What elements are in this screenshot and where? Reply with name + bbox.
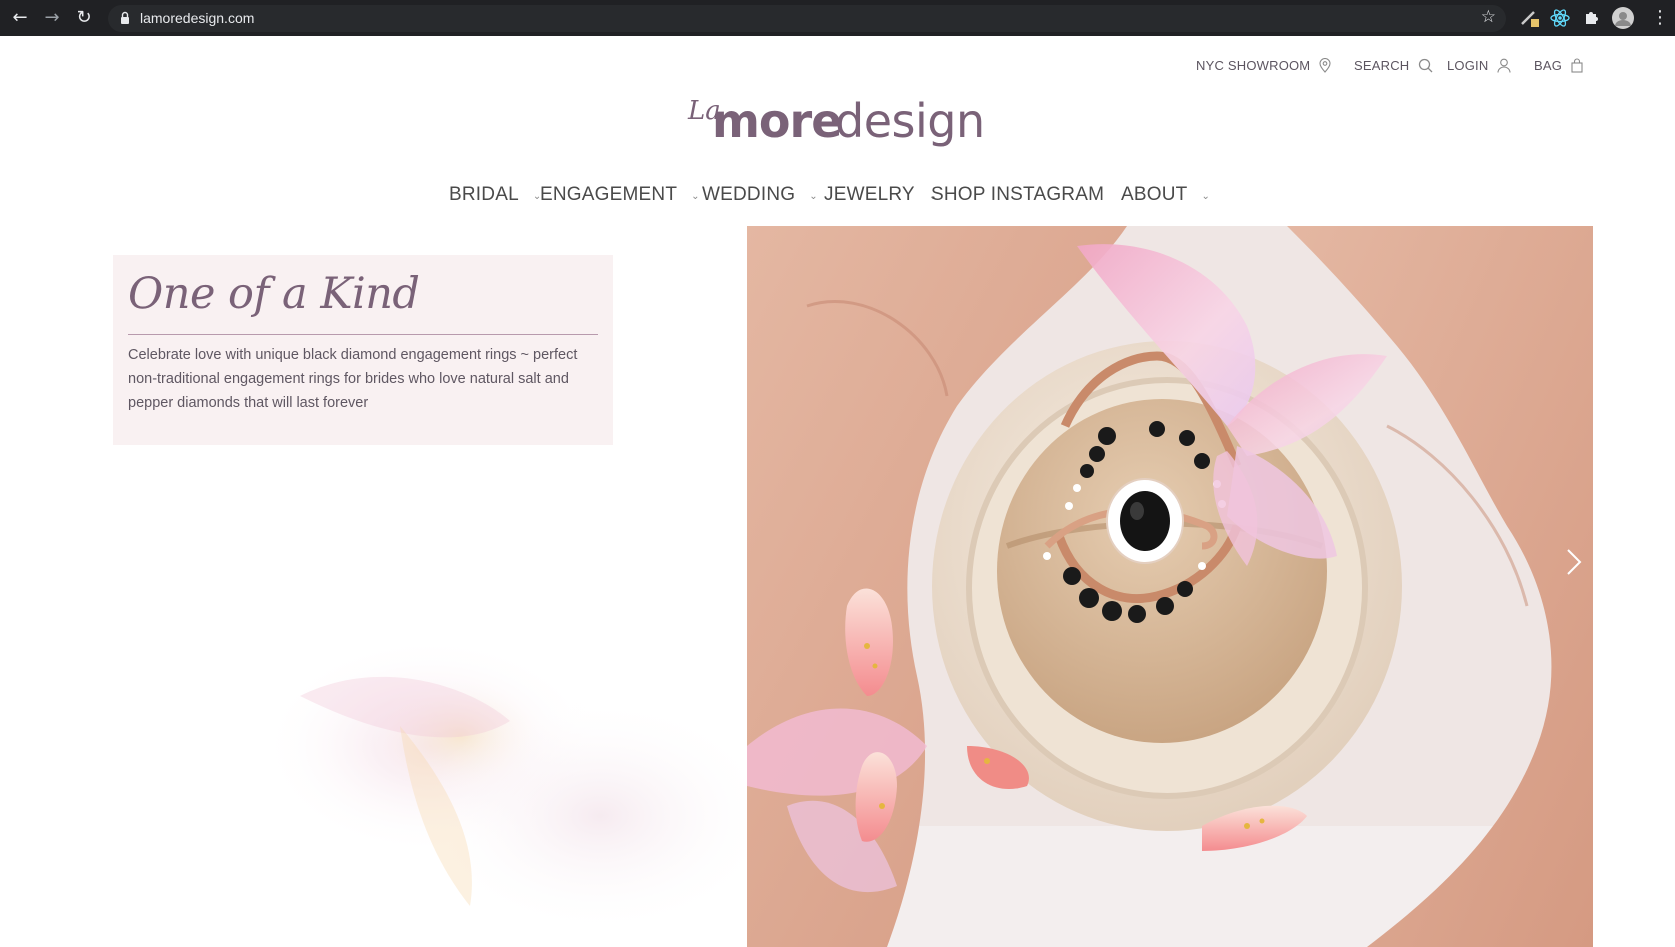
hero-description: Celebrate love with unique black diamond… xyxy=(128,347,578,411)
user-icon xyxy=(1497,58,1512,73)
browser-toolbar: ← → ↻ lamoredesign.com ☆ ⋮ xyxy=(0,0,1675,36)
nav-wedding[interactable]: WEDDING ⌄ xyxy=(702,184,818,206)
forward-arrow-icon[interactable]: → xyxy=(40,6,64,30)
url-text[interactable]: lamoredesign.com xyxy=(140,10,254,26)
search-label: SEARCH xyxy=(1354,58,1410,73)
shopping-bag-icon xyxy=(1571,58,1583,73)
hero-slider: One of a Kind Celebrate love with unique… xyxy=(0,226,1675,947)
search-icon xyxy=(1419,58,1433,73)
hero-copy-box: One of a Kind Celebrate love with unique… xyxy=(113,255,613,445)
nav-about[interactable]: ABOUT ⌄ xyxy=(1121,184,1210,206)
nav-engagement[interactable]: ENGAGEMENT ⌄ xyxy=(540,184,700,206)
page: NYC SHOWROOM SEARCH LOGIN BAG La more de… xyxy=(0,36,1675,947)
nav-jewelry[interactable]: JEWELRY ⌄ xyxy=(824,184,937,206)
reload-icon[interactable]: ↻ xyxy=(72,6,96,30)
back-arrow-icon[interactable]: ← xyxy=(8,6,32,30)
showroom-label: NYC SHOWROOM xyxy=(1196,58,1311,73)
login-label: LOGIN xyxy=(1447,58,1489,73)
main-nav: BRIDAL ⌄ ENGAGEMENT ⌄ WEDDING ⌄ JEWELRY … xyxy=(0,184,1675,210)
nav-bridal[interactable]: BRIDAL ⌄ xyxy=(449,184,541,206)
chevron-down-icon: ⌄ xyxy=(809,191,818,202)
address-bar[interactable]: lamoredesign.com ☆ xyxy=(108,5,1506,32)
browser-menu-icon[interactable]: ⋮ xyxy=(1648,6,1672,30)
chevron-down-icon: ⌄ xyxy=(691,191,700,202)
chevron-right-icon[interactable] xyxy=(1562,544,1586,580)
utility-nav: NYC SHOWROOM SEARCH LOGIN BAG xyxy=(0,58,1675,78)
logo-design: design xyxy=(835,94,985,148)
nav-about-label: ABOUT xyxy=(1121,184,1188,205)
site-logo[interactable]: La more design xyxy=(684,92,994,152)
nav-shop-instagram-label: SHOP INSTAGRAM xyxy=(931,184,1105,205)
bag-label: BAG xyxy=(1534,58,1563,73)
login-link[interactable]: LOGIN xyxy=(1447,58,1512,73)
bag-link[interactable]: BAG xyxy=(1534,58,1583,73)
nav-shop-instagram[interactable]: SHOP INSTAGRAM xyxy=(931,184,1104,206)
star-icon[interactable]: ☆ xyxy=(1481,7,1496,27)
extension-pen-icon[interactable] xyxy=(1518,6,1542,30)
hero-title: One of a Kind xyxy=(128,269,420,319)
chevron-down-icon: ⌄ xyxy=(1201,191,1211,202)
logo-more: more xyxy=(712,94,842,148)
map-pin-icon xyxy=(1319,58,1331,73)
nav-engagement-label: ENGAGEMENT xyxy=(540,184,678,205)
lock-icon xyxy=(121,11,129,24)
search-link[interactable]: SEARCH xyxy=(1354,58,1433,73)
nav-jewelry-label: JEWELRY xyxy=(824,184,915,205)
extension-react-icon[interactable] xyxy=(1548,6,1572,30)
nav-bridal-label: BRIDAL xyxy=(449,184,519,205)
hero-ring-photo xyxy=(747,226,1593,947)
profile-avatar-icon[interactable] xyxy=(1611,6,1635,30)
nav-wedding-label: WEDDING xyxy=(702,184,796,205)
extensions-puzzle-icon[interactable] xyxy=(1580,6,1604,30)
nyc-showroom-link[interactable]: NYC SHOWROOM xyxy=(1196,58,1331,73)
divider xyxy=(128,334,598,335)
